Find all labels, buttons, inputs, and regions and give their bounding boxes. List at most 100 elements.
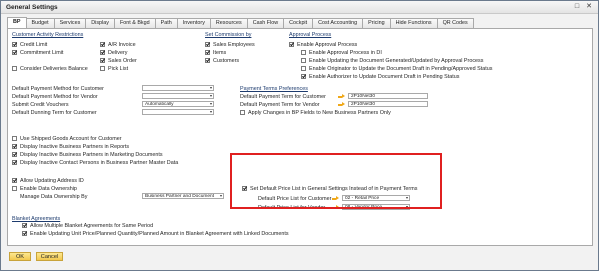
enable-updating-doc-checkbox[interactable] bbox=[301, 58, 306, 63]
apply-changes-checkbox[interactable] bbox=[240, 110, 245, 115]
link-arrow-icon[interactable] bbox=[338, 94, 346, 99]
inactive-marketing-label: Display Inactive Business Partners in Ma… bbox=[20, 152, 163, 158]
tab-inventory[interactable]: Inventory bbox=[176, 18, 211, 28]
payment-term-vendor-label: Default Payment Term for Vendor bbox=[240, 102, 320, 108]
inactive-contacts-checkbox[interactable] bbox=[12, 160, 17, 165]
sales-order-label: Sales Order bbox=[108, 58, 137, 64]
tab-cash-flow[interactable]: Cash Flow bbox=[246, 18, 285, 28]
highlight-box bbox=[230, 153, 442, 209]
enable-approval-checkbox[interactable] bbox=[289, 42, 294, 47]
payment-method-vendor-label: Default Payment Method for Vendor bbox=[12, 94, 98, 100]
manage-ownership-select[interactable]: Business Partner and Document bbox=[142, 193, 224, 199]
customer-activity-heading: Customer Activity Restrictions bbox=[12, 32, 84, 38]
enable-data-ownership-label: Enable Data Ownership bbox=[20, 186, 77, 192]
enable-originator-label: Enable Originator to Update the Document… bbox=[309, 66, 493, 72]
ar-invoice-label: A/R Invoice bbox=[108, 42, 136, 48]
blanket-unit-price-label: Enable Updating Unit Price/Planned Quant… bbox=[30, 231, 289, 237]
tab-resources[interactable]: Resources bbox=[209, 18, 248, 28]
inactive-reports-checkbox[interactable] bbox=[12, 144, 17, 149]
payment-method-customer-select[interactable] bbox=[142, 85, 214, 91]
chevron-down-icon bbox=[210, 103, 212, 106]
submit-credit-vouchers-value: Automatically bbox=[145, 102, 174, 107]
inactive-reports-label: Display Inactive Business Partners in Re… bbox=[20, 144, 130, 150]
manage-ownership-value: Business Partner and Document bbox=[145, 194, 215, 199]
enable-originator-checkbox[interactable] bbox=[301, 66, 306, 71]
customers-checkbox[interactable] bbox=[205, 58, 210, 63]
items-checkbox[interactable] bbox=[205, 50, 210, 55]
payment-terms-heading: Payment Terms Preferences bbox=[240, 86, 308, 92]
commitment-limit-checkbox[interactable] bbox=[12, 50, 17, 55]
enable-data-ownership-checkbox[interactable] bbox=[12, 186, 17, 191]
shipped-goods-label: Use Shipped Goods Account for Customer bbox=[20, 136, 122, 142]
tab-cost-accounting[interactable]: Cost Accounting bbox=[312, 18, 364, 28]
ok-button[interactable]: OK bbox=[9, 252, 31, 261]
payment-term-customer-field[interactable]: 2P10Net30 bbox=[348, 93, 428, 99]
delivery-checkbox[interactable] bbox=[100, 50, 105, 55]
sales-order-checkbox[interactable] bbox=[100, 58, 105, 63]
manage-ownership-label: Manage Data Ownership By bbox=[20, 194, 88, 200]
tab-pricing[interactable]: Pricing bbox=[362, 18, 391, 28]
payment-term-customer-label: Default Payment Term for Customer bbox=[240, 94, 326, 100]
chevron-down-icon bbox=[210, 87, 212, 90]
set-commission-heading: Set Commission by bbox=[205, 32, 252, 38]
enable-approval-di-checkbox[interactable] bbox=[301, 50, 306, 55]
title-bar[interactable]: General Settings □ ✕ bbox=[1, 1, 598, 14]
credit-limit-label: Credit Limit bbox=[20, 42, 48, 48]
maximize-icon[interactable]: □ bbox=[572, 3, 582, 11]
chevron-down-icon bbox=[210, 111, 212, 114]
tab-qr-codes[interactable]: QR Codes bbox=[436, 18, 474, 28]
inactive-contacts-label: Display Inactive Contact Persons in Busi… bbox=[20, 160, 179, 166]
enable-authorizer-checkbox[interactable] bbox=[301, 74, 306, 79]
tab-services[interactable]: Services bbox=[53, 18, 87, 28]
pick-list-label: Pick List bbox=[108, 66, 129, 72]
tab-bp[interactable]: BP bbox=[7, 17, 27, 28]
sales-employees-label: Sales Employees bbox=[213, 42, 255, 48]
tab-bar: BP Budget Services Display Font & Bkgd P… bbox=[7, 17, 474, 28]
payment-term-vendor-field[interactable]: 2P10Net30 bbox=[348, 101, 428, 107]
commitment-limit-label: Commitment Limit bbox=[20, 50, 64, 56]
payment-method-customer-label: Default Payment Method for Customer bbox=[12, 86, 104, 92]
general-settings-window: General Settings □ ✕ BP Budget Services … bbox=[0, 0, 599, 271]
chevron-down-icon bbox=[220, 195, 222, 198]
allow-address-id-checkbox[interactable] bbox=[12, 178, 17, 183]
consider-deliveries-checkbox[interactable] bbox=[12, 66, 17, 71]
tab-budget[interactable]: Budget bbox=[25, 18, 55, 28]
enable-approval-di-label: Enable Approval Process in DI bbox=[309, 50, 382, 56]
link-arrow-icon[interactable] bbox=[338, 102, 346, 107]
chevron-down-icon bbox=[210, 95, 212, 98]
tab-cockpit[interactable]: Cockpit bbox=[283, 18, 314, 28]
tab-display[interactable]: Display bbox=[85, 18, 115, 28]
inactive-marketing-checkbox[interactable] bbox=[12, 152, 17, 157]
customers-label: Customers bbox=[213, 58, 240, 64]
submit-credit-vouchers-select[interactable]: Automatically bbox=[142, 101, 214, 107]
tab-font-bkgd[interactable]: Font & Bkgd bbox=[113, 18, 156, 28]
multiple-blanket-checkbox[interactable] bbox=[22, 223, 27, 228]
enable-updating-doc-label: Enable Updating the Document Generated/U… bbox=[309, 58, 484, 64]
consider-deliveries-label: Consider Deliveries Balance bbox=[20, 66, 88, 72]
bp-tab-panel: Customer Activity Restrictions Credit Li… bbox=[7, 28, 593, 246]
blanket-unit-price-checkbox[interactable] bbox=[22, 231, 27, 236]
submit-credit-vouchers-label: Submit Credit Vouchers bbox=[12, 102, 69, 108]
items-label: Items bbox=[213, 50, 227, 56]
sales-employees-checkbox[interactable] bbox=[205, 42, 210, 47]
cancel-button[interactable]: Cancel bbox=[36, 252, 63, 261]
ar-invoice-checkbox[interactable] bbox=[100, 42, 105, 47]
approval-process-heading: Approval Process bbox=[289, 32, 332, 38]
shipped-goods-checkbox[interactable] bbox=[12, 136, 17, 141]
allow-address-id-label: Allow Updating Address ID bbox=[20, 178, 84, 184]
payment-term-customer-value: 2P10Net30 bbox=[351, 94, 376, 99]
credit-limit-checkbox[interactable] bbox=[12, 42, 17, 47]
enable-approval-label: Enable Approval Process bbox=[297, 42, 358, 48]
blanket-agreements-heading: Blanket Agreements bbox=[12, 216, 61, 222]
multiple-blanket-label: Allow Multiple Blanket Agreements for Sa… bbox=[30, 223, 154, 229]
pick-list-checkbox[interactable] bbox=[100, 66, 105, 71]
enable-authorizer-label: Enable Authorizer to Update Document Dra… bbox=[309, 74, 460, 80]
delivery-label: Delivery bbox=[108, 50, 128, 56]
tab-path[interactable]: Path bbox=[154, 18, 178, 28]
window-title: General Settings bbox=[6, 3, 58, 11]
payment-method-vendor-select[interactable] bbox=[142, 93, 214, 99]
tab-hide-functions[interactable]: Hide Functions bbox=[389, 18, 438, 28]
dunning-term-select[interactable] bbox=[142, 109, 214, 115]
close-icon[interactable]: ✕ bbox=[584, 3, 594, 11]
apply-changes-label: Apply Changes in BP Fields to New Busine… bbox=[248, 110, 391, 116]
